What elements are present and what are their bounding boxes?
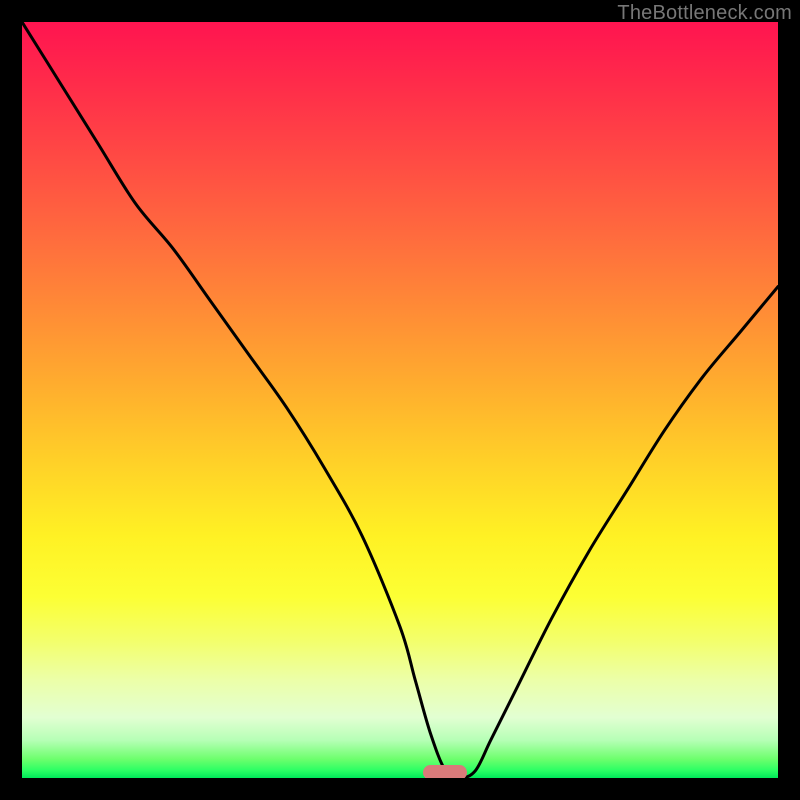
- background-gradient: [22, 22, 778, 778]
- minimum-marker: [423, 765, 467, 778]
- plot-area: [22, 22, 778, 778]
- chart-frame: TheBottleneck.com: [0, 0, 800, 800]
